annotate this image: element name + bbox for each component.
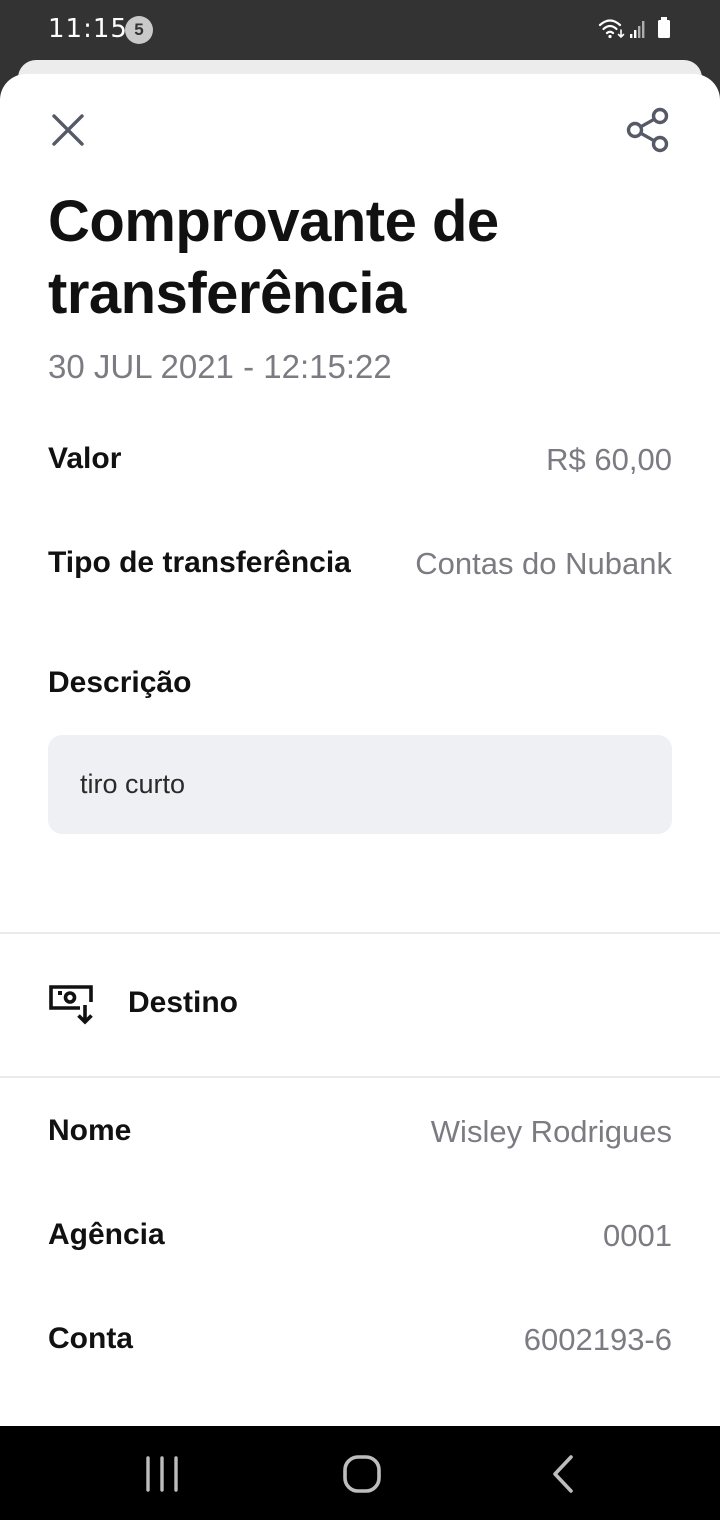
- recent-apps-button[interactable]: [138, 1450, 186, 1498]
- destination-value: 0001: [603, 1218, 672, 1253]
- description-label: Descrição: [48, 666, 192, 699]
- status-time: 11:15: [48, 14, 128, 44]
- destination-row-conta: Conta 6002193-6: [48, 1314, 672, 1364]
- transfer-datetime: 30 JUL 2021 - 12:15:22: [48, 348, 392, 385]
- detail-row-valor: Valor R$ 60,00: [48, 434, 672, 484]
- receipt-sheet: Comprovante de transferência 30 JUL 2021…: [0, 74, 720, 1426]
- status-icons: [598, 16, 674, 42]
- detail-label: Tipo de transferência: [48, 546, 351, 579]
- wifi-icon: [598, 19, 625, 39]
- divider: [0, 932, 720, 934]
- share-icon: [626, 107, 669, 153]
- section-title-destino: Destino: [128, 986, 239, 1019]
- close-button[interactable]: [40, 102, 96, 158]
- destination-label: Nome: [48, 1114, 132, 1147]
- share-button[interactable]: [618, 102, 676, 158]
- detail-label: Valor: [48, 442, 122, 475]
- detail-value: R$ 60,00: [546, 442, 672, 477]
- battery-icon: [658, 17, 670, 38]
- destination-row-agencia: Agência 0001: [48, 1210, 672, 1260]
- close-icon: [52, 114, 84, 146]
- detail-value: Contas do Nubank: [415, 546, 672, 581]
- home-icon: [343, 1455, 381, 1493]
- back-button[interactable]: [540, 1450, 588, 1498]
- notification-count-badge: 5: [125, 16, 153, 44]
- description-box: tiro curto: [48, 735, 672, 834]
- home-button[interactable]: [338, 1450, 386, 1498]
- detail-row-tipo: Tipo de transferência Contas do Nubank: [48, 538, 672, 588]
- destination-value: Wisley Rodrigues: [430, 1114, 672, 1149]
- money-receive-icon: [48, 984, 96, 1026]
- recent-apps-icon: [146, 1456, 178, 1492]
- signal-icon: [630, 21, 645, 38]
- back-icon: [553, 1455, 573, 1493]
- page-title: Comprovante de transferência: [48, 189, 499, 326]
- description-text: tiro curto: [80, 769, 186, 799]
- destination-row-nome: Nome Wisley Rodrigues: [48, 1106, 672, 1156]
- divider: [0, 1076, 720, 1078]
- destination-value: 6002193-6: [523, 1322, 672, 1357]
- status-bar: 11:15 5: [0, 0, 720, 60]
- destination-label: Conta: [48, 1322, 133, 1355]
- navigation-bar: [0, 1426, 720, 1520]
- destination-label: Agência: [48, 1218, 165, 1251]
